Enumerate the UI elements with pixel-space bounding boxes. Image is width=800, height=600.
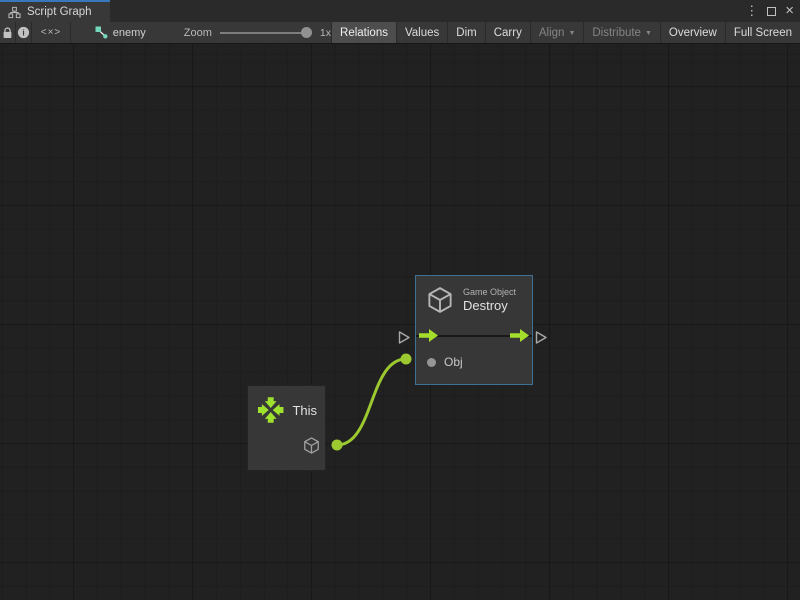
carry-button[interactable]: Carry: [486, 22, 531, 43]
title-bar: Script Graph ⋮ ×: [0, 0, 800, 22]
connection-end-dot[interactable]: [401, 354, 412, 365]
flow-connection-wire[interactable]: [337, 359, 406, 445]
lock-icon: [1, 26, 14, 40]
connection-layer: [0, 44, 800, 600]
chevron-down-icon: ▼: [645, 30, 652, 37]
values-button[interactable]: Values: [397, 22, 448, 43]
flow-input-port-icon[interactable]: [398, 330, 411, 345]
tab-script-graph[interactable]: Script Graph: [0, 0, 110, 22]
script-graph-window: Script Graph ⋮ × i <×>: [0, 0, 800, 600]
chevron-down-icon: ▼: [568, 30, 575, 37]
fullscreen-button[interactable]: Full Screen: [726, 22, 800, 43]
graph-reference[interactable]: enemy: [95, 26, 146, 39]
connection-start-dot[interactable]: [332, 440, 343, 451]
graph-name: enemy: [113, 27, 146, 39]
code-icon: <×>: [41, 27, 62, 38]
graph-tree-icon: [8, 6, 21, 19]
this-converge-arrows-icon: [257, 395, 284, 425]
node-category: Game Object: [463, 287, 516, 297]
code-view-button[interactable]: <×>: [32, 22, 71, 43]
maximize-icon[interactable]: [767, 7, 776, 16]
obj-port-dot[interactable]: [427, 358, 436, 367]
distribute-dropdown[interactable]: Distribute ▼: [584, 22, 661, 43]
node-this[interactable]: This: [247, 385, 326, 471]
overview-button[interactable]: Overview: [661, 22, 726, 43]
flow-ports-row: [416, 324, 532, 348]
zoom-slider[interactable]: [220, 32, 312, 34]
info-icon: i: [17, 26, 30, 39]
relations-button[interactable]: Relations: [332, 22, 397, 43]
svg-text:i: i: [22, 27, 24, 37]
script-graph-asset-icon: [95, 26, 108, 39]
graph-canvas[interactable]: Game Object Destroy Obj: [0, 44, 800, 600]
dim-button[interactable]: Dim: [448, 22, 485, 43]
info-button[interactable]: i: [16, 22, 33, 43]
gameobject-output-port-icon[interactable]: [302, 436, 321, 455]
toolbar: i <×> enemy Zoom 1x: [0, 22, 800, 44]
node-this-header: This: [248, 386, 325, 431]
node-title: Destroy: [463, 298, 516, 313]
zoom-label: Zoom: [184, 27, 212, 39]
toolbar-middle: enemy Zoom 1x: [71, 22, 332, 43]
zoom-value: 1x: [320, 27, 331, 39]
obj-port-label: Obj: [444, 355, 463, 369]
node-destroy-header: Game Object Destroy: [416, 276, 532, 321]
window-controls: ⋮ ×: [745, 0, 794, 22]
close-icon[interactable]: ×: [785, 0, 794, 22]
zoom-slider-handle[interactable]: [301, 27, 312, 38]
zoom-control: Zoom 1x: [184, 27, 331, 39]
flow-in-arrow-icon[interactable]: [419, 329, 438, 342]
menu-icon[interactable]: ⋮: [745, 0, 758, 22]
node-destroy[interactable]: Game Object Destroy Obj: [415, 275, 533, 385]
lock-button[interactable]: [0, 22, 16, 43]
game-object-cube-icon: [425, 285, 455, 315]
align-dropdown[interactable]: Align ▼: [531, 22, 585, 43]
node-title: This: [292, 403, 317, 418]
flow-out-arrow-icon[interactable]: [510, 329, 529, 342]
tab-title: Script Graph: [27, 6, 92, 18]
flow-output-port-icon[interactable]: [535, 330, 548, 345]
obj-input-port-row[interactable]: Obj: [416, 348, 532, 369]
